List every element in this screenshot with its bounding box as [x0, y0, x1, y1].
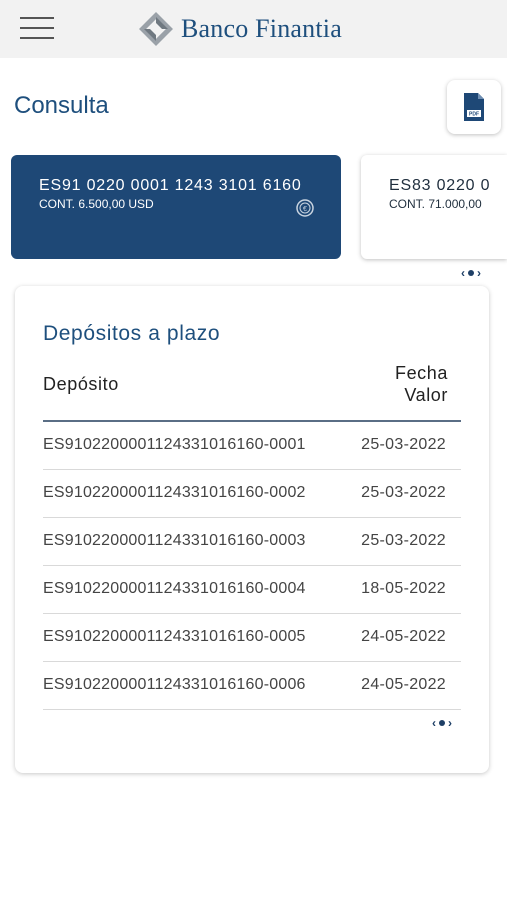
deposits-title: Depósitos a plazo [43, 322, 221, 345]
brand-logo[interactable]: Banco Finantia [135, 8, 342, 50]
deposit-date: 25-03-2022 [361, 436, 446, 453]
account-balance: CONT. 71.000,00 [389, 197, 482, 211]
deposit-id: ES9102200001124331016160-0003 [43, 532, 306, 549]
deposits-table-pager[interactable]: ‹ › [432, 716, 452, 730]
pdf-download-button[interactable]: PDF [447, 80, 501, 134]
table-row[interactable]: ES9102200001124331016160-0005 24-05-2022 [43, 614, 461, 662]
deposit-id: ES9102200001124331016160-0006 [43, 676, 306, 693]
table-row[interactable]: ES9102200001124331016160-0004 18-05-2022 [43, 566, 461, 614]
chevron-right-icon[interactable]: › [448, 716, 452, 730]
pdf-label: PDF [469, 112, 479, 118]
deposit-id: ES9102200001124331016160-0005 [43, 628, 306, 645]
account-iban: ES91 0220 0001 1243 3101 6160 [39, 177, 302, 194]
table-row[interactable]: ES9102200001124331016160-0006 24-05-2022 [43, 662, 461, 710]
banco-finantia-logo-mark-icon [139, 12, 173, 46]
pager-dot [439, 720, 445, 726]
deposit-id: ES9102200001124331016160-0002 [43, 484, 306, 501]
page-title: Consulta [14, 92, 109, 119]
chevron-right-icon[interactable]: › [477, 266, 481, 280]
svg-text:€: € [303, 206, 307, 213]
account-iban: ES83 0220 0 [389, 177, 491, 194]
deposit-id: ES9102200001124331016160-0004 [43, 580, 306, 597]
deposits-panel: Depósitos a plazo Depósito Fecha Valor E… [15, 286, 489, 773]
hamburger-menu-icon[interactable] [20, 15, 54, 41]
account-card[interactable]: ES83 0220 0 CONT. 71.000,00 [361, 155, 507, 259]
pdf-file-icon: PDF [464, 93, 484, 121]
column-header-valor: Valor [404, 385, 448, 405]
deposit-date: 25-03-2022 [361, 532, 446, 549]
app-header: Banco Finantia [0, 0, 507, 58]
chevron-left-icon[interactable]: ‹ [432, 716, 436, 730]
table-row[interactable]: ES9102200001124331016160-0003 25-03-2022 [43, 518, 461, 566]
deposit-date: 24-05-2022 [361, 676, 446, 693]
pager-dot [468, 270, 474, 276]
table-row[interactable]: ES9102200001124331016160-0001 25-03-2022 [43, 422, 461, 470]
column-header-fecha: Fecha [394, 363, 448, 383]
brand-name: Banco Finantia [181, 14, 342, 43]
table-row[interactable]: ES9102200001124331016160-0002 25-03-2022 [43, 470, 461, 518]
chevron-left-icon[interactable]: ‹ [461, 266, 465, 280]
account-card-selected[interactable]: ES91 0220 0001 1243 3101 6160 CONT. 6.50… [11, 155, 341, 259]
deposit-date: 24-05-2022 [361, 628, 446, 645]
deposit-date: 25-03-2022 [361, 484, 446, 501]
column-header-deposito: Depósito [43, 374, 119, 394]
account-balance: CONT. 6.500,00 USD [39, 197, 154, 211]
euro-coin-icon: € [296, 199, 314, 217]
accounts-carousel-pager[interactable]: ‹ › [461, 266, 481, 280]
column-header-fecha-valor: Fecha Valor [395, 362, 448, 406]
deposit-date: 18-05-2022 [361, 580, 446, 597]
deposit-id: ES9102200001124331016160-0001 [43, 436, 306, 453]
